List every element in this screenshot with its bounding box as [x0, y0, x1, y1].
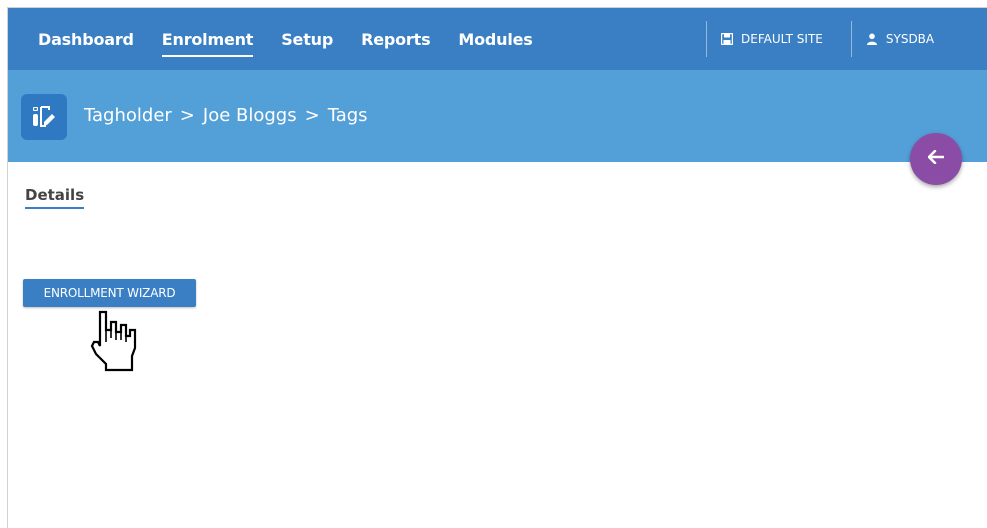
breadcrumb: Tagholder > Joe Bloggs > Tags	[84, 105, 368, 126]
enrollment-wizard-button[interactable]: ENROLLMENT WIZARD	[23, 279, 196, 307]
nav-item-dashboard[interactable]: Dashboard	[38, 26, 134, 53]
breadcrumb-separator: >	[304, 105, 320, 126]
nav-item-modules[interactable]: Modules	[458, 26, 532, 53]
back-button[interactable]	[910, 133, 962, 185]
header-divider	[850, 21, 852, 57]
user-menu[interactable]: SYSDBA	[864, 31, 934, 47]
arrow-left-icon	[927, 149, 945, 169]
save-icon	[719, 31, 735, 47]
breadcrumb-tags: Tags	[327, 105, 368, 126]
user-label: SYSDBA	[885, 32, 935, 46]
breadcrumb-tagholder[interactable]: Tagholder	[84, 105, 172, 126]
tab-details[interactable]: Details	[25, 186, 85, 209]
nav-item-enrolment[interactable]: Enrolment	[161, 26, 254, 57]
header-divider	[706, 21, 707, 57]
app-frame: Dashboard Enrolment Setup Reports Module…	[7, 7, 987, 528]
breadcrumb-bar: Tagholder > Joe Bloggs > Tags	[8, 70, 987, 162]
site-label: DEFAULT SITE	[741, 32, 823, 46]
top-navigation-bar: Dashboard Enrolment Setup Reports Module…	[8, 8, 987, 70]
header-right-items: DEFAULT SITE SYSDBA	[706, 8, 934, 70]
breadcrumb-joe-bloggs[interactable]: Joe Bloggs	[203, 105, 297, 126]
nav-item-setup[interactable]: Setup	[281, 26, 333, 53]
breadcrumb-separator: >	[179, 105, 195, 126]
hand-pointer-icon	[84, 308, 156, 385]
main-nav: Dashboard Enrolment Setup Reports Module…	[38, 8, 561, 70]
tag-edit-icon	[21, 94, 67, 140]
site-selector[interactable]: DEFAULT SITE	[719, 31, 823, 47]
user-icon	[864, 31, 880, 47]
nav-item-reports[interactable]: Reports	[361, 26, 430, 53]
